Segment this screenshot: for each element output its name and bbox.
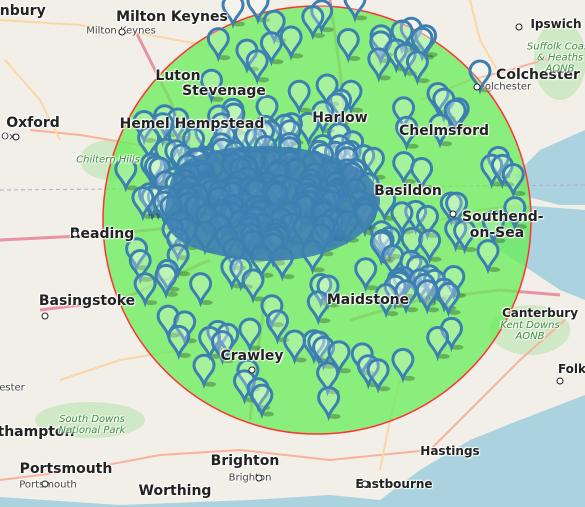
place-label: Basingstoke: [38, 293, 136, 309]
place-label: ester: [0, 382, 25, 394]
map-pin-icon[interactable]: [283, 329, 307, 365]
place-label: Chelmsford: [398, 123, 490, 139]
place-label: Luton: [155, 68, 201, 84]
protected-area-label: Chiltern Hills: [76, 154, 140, 166]
town-dot: [118, 28, 126, 36]
town-dot: [255, 474, 263, 482]
map-pin-icon[interactable]: [245, 49, 270, 85]
town-dot: [361, 480, 369, 488]
map-pin-icon[interactable]: [154, 263, 178, 300]
place-label: Crawley: [220, 348, 284, 364]
map-pin-icon[interactable]: [287, 79, 312, 116]
map-pin-icon[interactable]: [436, 281, 461, 318]
map-pin-icon[interactable]: [476, 239, 500, 275]
map-pin-icon[interactable]: [336, 28, 361, 64]
place-label: Portsmouth: [19, 461, 113, 477]
place-label: Canterbury: [501, 306, 579, 320]
protected-area-label: Suffolk Coast & Heaths AONB: [526, 41, 585, 75]
map-pin-icon[interactable]: [167, 324, 191, 361]
map-pin-icon[interactable]: [131, 186, 155, 222]
place-label: Hemel Hempstead: [119, 116, 265, 132]
map-canvas[interactable]: Milton Keynes Milton Keynes Luton Oxford Ox R…: [0, 0, 585, 507]
town-dot: [515, 23, 523, 31]
map-pin-icon[interactable]: [241, 268, 265, 304]
place-label: Basildon: [374, 183, 442, 199]
map-pin-icon[interactable]: [501, 163, 526, 199]
place-label: Hastings: [420, 444, 480, 458]
place-label: olchester: [484, 81, 532, 93]
town-dot: [473, 83, 481, 91]
map-pin-icon[interactable]: [367, 47, 391, 83]
map-pin-icon[interactable]: [354, 257, 378, 293]
town-dot: [41, 480, 49, 488]
place-label: Stevenage: [182, 83, 266, 99]
place-label: Maidstone: [326, 292, 410, 308]
place-label: Worthing: [138, 483, 212, 499]
place-label: Reading: [69, 226, 135, 242]
protected-area-label: Kent Downs AONB: [500, 320, 560, 342]
town-dot: [41, 312, 49, 320]
map-pin-icon[interactable]: [206, 27, 231, 63]
map-pin-icon[interactable]: [391, 347, 415, 384]
place-label: Southend-on-Sea: [462, 209, 544, 241]
place-label: Harlow: [312, 110, 368, 126]
place-label: Milton Keynes: [116, 9, 228, 25]
town-dot: [248, 366, 256, 374]
map-pin-icon[interactable]: [238, 317, 262, 353]
map-pin-icon[interactable]: [415, 279, 440, 315]
map-pin-icon[interactable]: [343, 0, 367, 23]
map-pin-icon[interactable]: [279, 25, 304, 61]
place-label: Brighton: [228, 472, 272, 484]
map-pin-icon[interactable]: [192, 353, 216, 390]
marker-cluster: [164, 146, 380, 261]
place-label: Brighton: [210, 453, 280, 469]
map-pin-icon[interactable]: [405, 50, 430, 86]
town-dot: [12, 133, 20, 141]
place-label: Folk: [557, 362, 585, 376]
town-dot: [556, 377, 564, 385]
map-pin-icon[interactable]: [250, 383, 274, 419]
map-pin-icon[interactable]: [317, 386, 341, 422]
map-pin-icon[interactable]: [301, 5, 325, 41]
map-pin-icon[interactable]: [133, 272, 158, 308]
place-label: Ipswich: [530, 17, 582, 31]
place-label: anbury: [0, 3, 46, 19]
place-label: Oxford: [6, 115, 60, 131]
town-dot: [449, 210, 457, 218]
map-pin-icon[interactable]: [426, 326, 450, 362]
map-pin-icon[interactable]: [189, 272, 213, 308]
protected-area-label: South Downs National Park: [58, 414, 126, 436]
town-dot: [71, 230, 79, 238]
